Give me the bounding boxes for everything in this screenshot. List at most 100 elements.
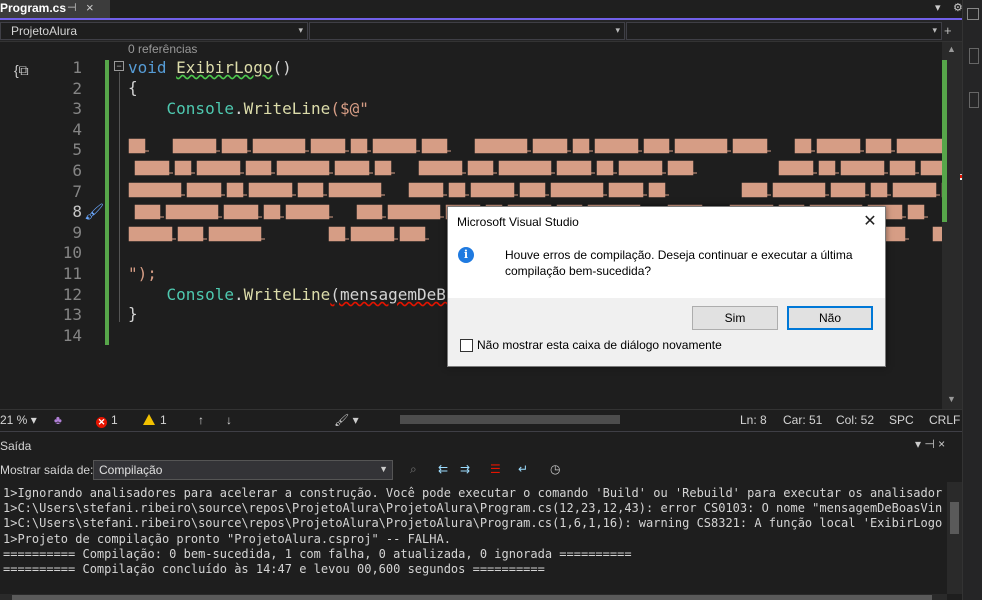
collapse-icon[interactable]: − — [114, 61, 124, 71]
banner-block — [815, 137, 862, 155]
pin-icon[interactable]: ⊣ — [67, 1, 77, 14]
line-number: 10 — [62, 243, 82, 263]
banner-block — [740, 181, 769, 199]
info-icon: i — [458, 247, 474, 263]
clock-icon[interactable]: ◷ — [550, 462, 560, 476]
tab-title: Program.cs — [0, 1, 67, 15]
panel-tab-icon[interactable] — [969, 92, 979, 108]
column-indicator[interactable]: Col: 52 — [836, 413, 874, 427]
scroll-up-arrow-icon[interactable]: ▲ — [947, 44, 956, 54]
code-cleanup-brush-icon[interactable]: 🖌 ▾ — [334, 413, 359, 427]
previous-issue-arrow[interactable]: ↑ — [198, 413, 204, 427]
tab-list-dropdown-icon[interactable]: ▾ — [935, 1, 941, 14]
close-icon[interactable]: ✕ — [859, 211, 881, 231]
window-icon[interactable] — [967, 8, 979, 20]
clear-all-icon[interactable]: ☰ — [490, 462, 501, 476]
banner-block — [327, 181, 383, 199]
banner-block — [531, 137, 569, 155]
banner-block — [731, 137, 769, 155]
show-output-label: Mostrar saída de: — [0, 463, 94, 477]
warning-count[interactable]: 1 — [143, 413, 167, 427]
line-number: 7 — [72, 181, 82, 201]
output-line: 1>C:\Users\stefani.ribeiro\source\repos\… — [3, 501, 943, 516]
project-combo[interactable]: ProjetoAlura ▾ — [0, 22, 308, 40]
previous-message-icon[interactable]: ⇇ — [438, 462, 448, 476]
line-number: 4 — [72, 119, 82, 139]
editor-vertical-scrollbar[interactable]: ▲ ▼ — [942, 42, 964, 409]
char-indicator[interactable]: Car: 51 — [783, 413, 822, 427]
change-tracking-bar — [105, 60, 109, 345]
code-line-3: Console.WriteLine($@" — [166, 99, 369, 118]
output-panel: Saída ▾ ⊣ × Mostrar saída de: Compilação… — [0, 431, 962, 600]
output-horizontal-scrollbar[interactable] — [0, 594, 947, 600]
line-number: 9 — [72, 222, 82, 242]
line-number: 11 — [62, 264, 82, 283]
scrollbar-change-marker — [942, 60, 947, 222]
banner-block — [333, 159, 371, 177]
outline-guide — [119, 72, 120, 322]
banner-block — [666, 159, 695, 177]
editor-horizontal-scroll-thumb[interactable] — [400, 415, 620, 424]
panel-tab-icon[interactable] — [969, 48, 979, 64]
scroll-thumb[interactable] — [950, 502, 959, 534]
banner-block — [355, 203, 384, 221]
yes-button[interactable]: Sim — [692, 306, 778, 330]
banner-block — [185, 181, 223, 199]
banner-block — [407, 181, 445, 199]
output-source-value: Compilação — [99, 463, 163, 477]
banner-block — [133, 159, 171, 177]
banner-block — [642, 137, 671, 155]
error-count[interactable]: ✕ 1 — [96, 413, 118, 428]
banner-block — [207, 225, 263, 243]
banner-block — [349, 137, 369, 155]
panel-window-controls[interactable]: ▾ ⊣ × — [915, 437, 945, 451]
dont-show-again-label[interactable]: Não mostrar esta caixa de diálogo novame… — [477, 338, 722, 352]
code-line-12: Console.WriteLine(mensagemDeBoa — [166, 285, 466, 304]
line-number: 8 — [72, 202, 82, 222]
line-ending-mode[interactable]: CRLF — [929, 413, 960, 427]
no-button[interactable]: Não — [787, 306, 873, 330]
chevron-down-icon: ▼ — [379, 464, 388, 474]
banner-block — [327, 225, 347, 243]
code-line-13: } — [128, 304, 138, 323]
find-message-icon[interactable]: ⌕ — [410, 462, 417, 477]
banner-block — [617, 159, 664, 177]
line-indicator[interactable]: Ln: 8 — [740, 413, 767, 427]
code-line-2: { — [128, 78, 138, 97]
banner-block — [262, 203, 282, 221]
banner-block — [173, 159, 193, 177]
scroll-down-arrow-icon[interactable]: ▼ — [947, 394, 956, 404]
warning-icon — [143, 414, 155, 425]
next-issue-arrow[interactable]: ↓ — [226, 413, 232, 427]
dont-show-again-checkbox[interactable] — [460, 339, 473, 352]
right-tool-strip — [962, 0, 982, 600]
whitespace-mode[interactable]: SPC — [889, 413, 914, 427]
banner-block — [518, 181, 547, 199]
member-combo[interactable]: ▾ — [626, 22, 942, 40]
banner-block — [244, 159, 273, 177]
tab-program-cs[interactable]: Program.cs ⊣ × — [0, 0, 110, 18]
zoom-level[interactable]: 21 % ▾ — [0, 413, 37, 427]
output-text[interactable]: 1>Ignorando analisadores para acelerar a… — [3, 486, 943, 577]
close-tab-icon[interactable]: × — [86, 0, 94, 15]
next-message-icon[interactable]: ⇉ — [460, 462, 470, 476]
word-wrap-icon[interactable]: ↵ — [518, 462, 528, 476]
line-number: 6 — [72, 161, 82, 180]
copilot-icon[interactable]: ♣ — [54, 413, 62, 427]
output-source-select[interactable]: Compilação ▼ — [93, 460, 393, 480]
split-editor-icon[interactable]: + — [944, 23, 952, 38]
banner-block — [128, 137, 147, 155]
type-combo[interactable]: ▾ — [309, 22, 625, 40]
banner-block — [447, 181, 467, 199]
codelens-references[interactable]: 0 referências — [128, 42, 197, 56]
output-vertical-scrollbar[interactable] — [947, 482, 962, 594]
scroll-thumb[interactable] — [12, 595, 932, 600]
banner-block — [220, 137, 249, 155]
dialog-message: Houve erros de compilação. Deseja contin… — [505, 248, 853, 278]
banner-block — [829, 181, 867, 199]
banner-block — [931, 225, 942, 243]
build-errors-dialog: Microsoft Visual Studio ✕ i Houve erros … — [447, 206, 886, 367]
quick-actions-brush-icon[interactable]: 🖌 — [84, 202, 104, 222]
project-name: ProjetoAlura — [11, 24, 78, 38]
banner-block — [891, 181, 938, 199]
